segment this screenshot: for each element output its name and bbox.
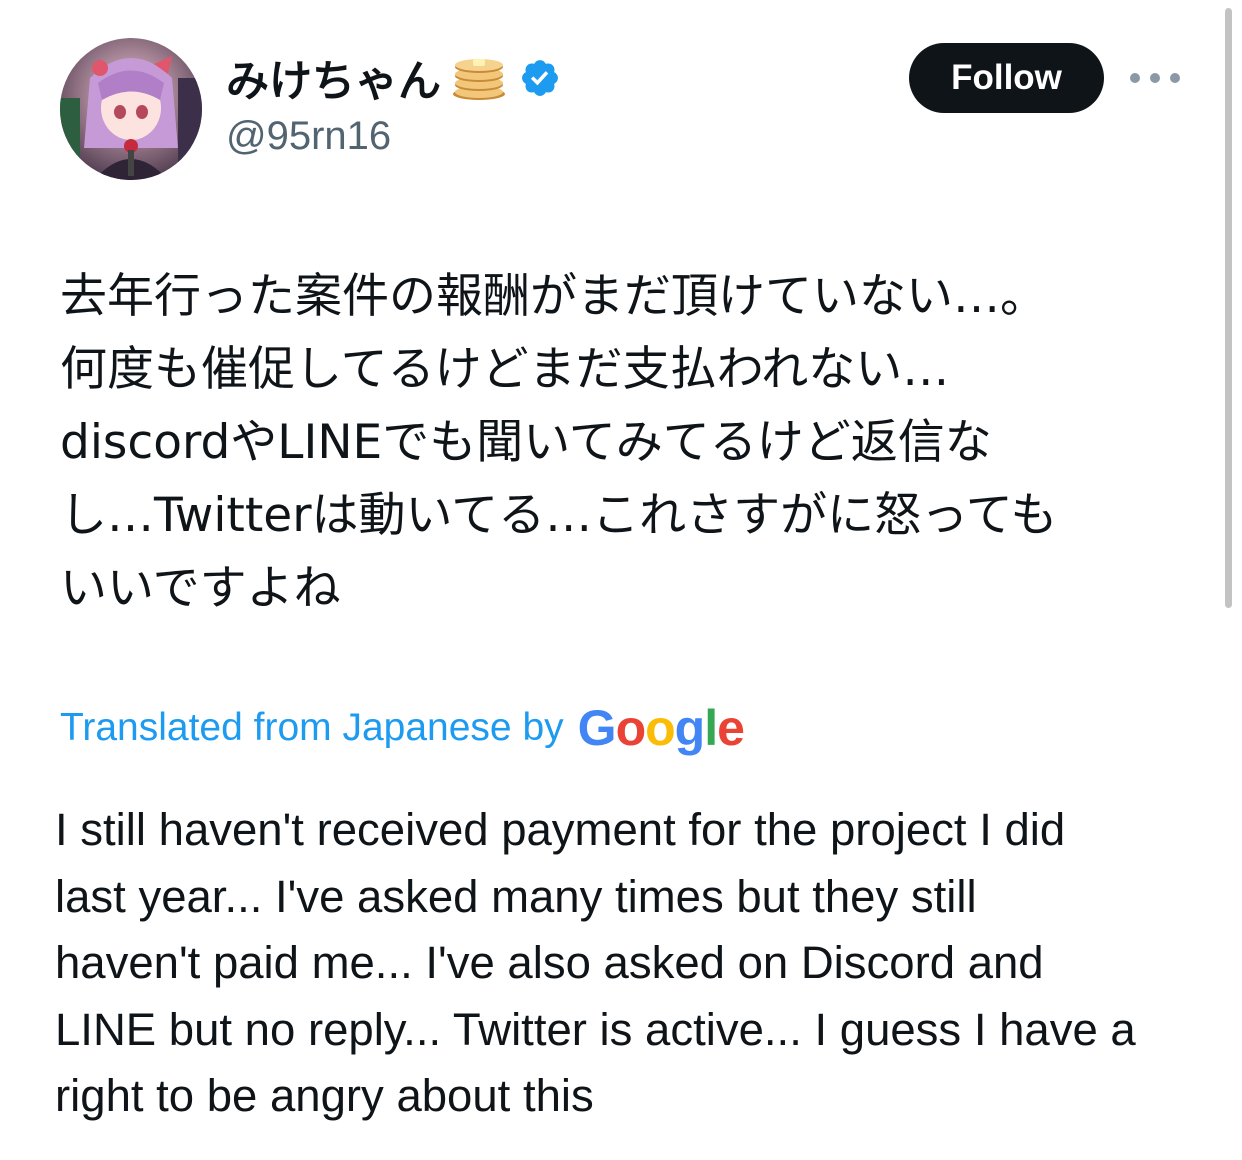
translated-text-line: haven't paid me... I've also asked on Di…	[55, 937, 1044, 988]
tweet-text-line: し…Twitterは動いてる…これさすがに怒っても	[60, 488, 1058, 543]
translated-label[interactable]: Translated from Japanese by	[60, 706, 564, 750]
google-logo-letter: o	[645, 700, 676, 756]
tweet-text-line: 何度も催促してるけどまだ支払われない…	[60, 342, 950, 397]
translated-text-line: LINE but no reply... Twitter is active..…	[55, 1003, 1136, 1055]
google-logo-letter: l	[704, 700, 718, 756]
avatar-image	[60, 38, 202, 180]
tweet-text: 去年行った案件の報酬がまだ頂けていない…。 何度も催促してるけどまだ支払われない…	[60, 260, 1200, 625]
translated-text-line: I still haven't received payment for the…	[55, 804, 1066, 855]
google-logo-letter: e	[717, 700, 745, 756]
pancakes-icon	[453, 59, 505, 100]
translated-text-line: right to be angry about this	[55, 1070, 594, 1121]
avatar[interactable]	[60, 38, 202, 180]
tweet-text-line: 去年行った案件の報酬がまだ頂けていない…。	[60, 269, 1047, 324]
translated-text-line: last year... I've asked many times but t…	[55, 870, 977, 922]
author-handle[interactable]: @95rn16	[226, 114, 391, 159]
tweet-text-line: いいですよね	[60, 561, 341, 616]
more-options-icon[interactable]	[1130, 60, 1180, 96]
google-logo: Google	[577, 699, 745, 757]
google-logo-letter: G	[577, 700, 617, 756]
follow-button[interactable]: Follow	[909, 43, 1104, 113]
display-name[interactable]: みけちゃん	[226, 47, 441, 109]
verified-badge-icon[interactable]	[519, 57, 561, 99]
translated-text: I still haven't received payment for the…	[55, 797, 1205, 1130]
google-logo-letter: g	[674, 700, 706, 756]
tweet-text-line: discordやLINEでも聞いてみてるけど返信な	[60, 415, 992, 470]
google-logo-letter: o	[615, 700, 647, 756]
scrollbar[interactable]	[1225, 8, 1232, 608]
translation-attribution[interactable]: Translated from Japanese by Google	[60, 698, 745, 758]
author-name-row: みけちゃん	[226, 52, 561, 107]
